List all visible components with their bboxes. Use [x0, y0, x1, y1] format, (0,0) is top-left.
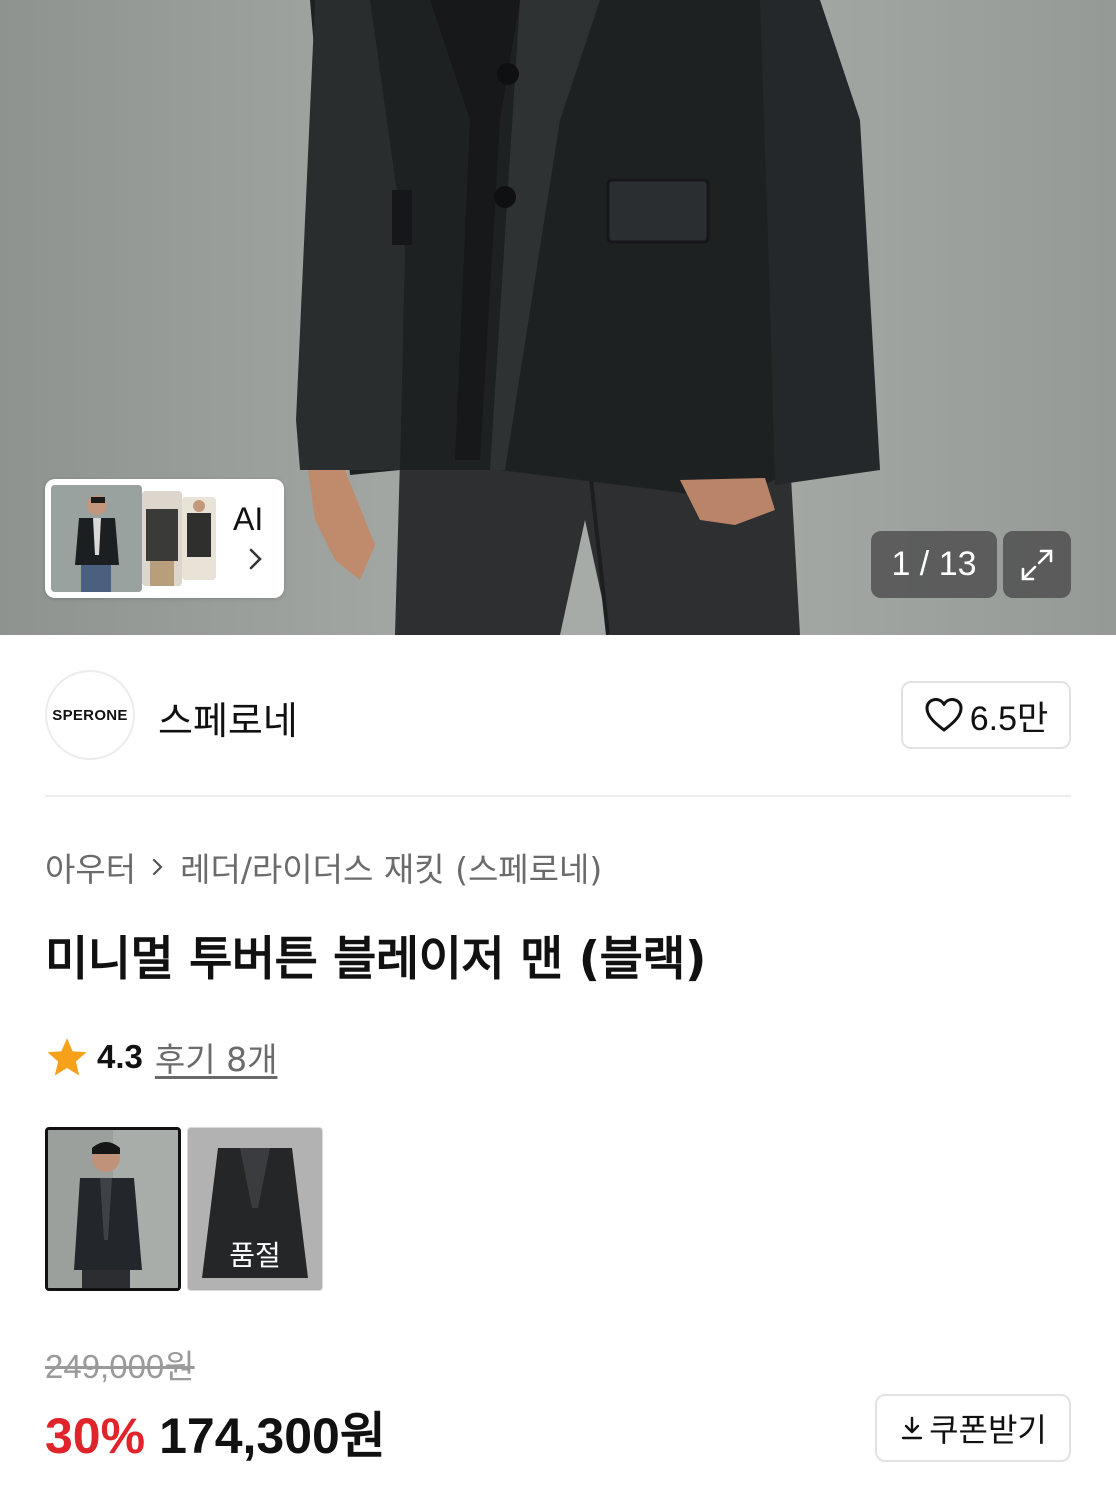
product-title: 미니멀 투버튼 블레이저 맨 (블랙)	[45, 932, 707, 987]
option-thumbnail	[48, 1130, 178, 1288]
star-icon	[47, 1038, 87, 1076]
product-image-gallery[interactable]: AI 1 / 13	[0, 0, 1116, 635]
breadcrumb: 아우터 레더/라이더스 재킷 (스페로네)	[45, 843, 602, 891]
ai-thumbnail	[142, 491, 182, 586]
ai-thumbnail	[182, 497, 216, 580]
chevron-right-icon	[249, 548, 262, 570]
ai-thumbnail	[51, 485, 142, 592]
divider	[45, 795, 1071, 797]
download-icon	[901, 1416, 923, 1440]
chevron-right-icon	[152, 858, 163, 876]
sold-out-label: 품절	[229, 1239, 281, 1272]
coupon-label: 쿠폰받기	[929, 1411, 1047, 1449]
price-row: 30% 174,300원	[45, 1396, 386, 1468]
heart-icon	[925, 698, 963, 732]
like-button[interactable]: 6.5만	[901, 681, 1071, 749]
color-option-flatlay[interactable]: 품절	[187, 1127, 323, 1291]
brand-name[interactable]: 스페로네	[158, 690, 298, 745]
breadcrumb-item-category[interactable]: 아우터	[45, 843, 136, 891]
rating-value: 4.3	[97, 1038, 143, 1075]
like-count: 6.5만	[969, 699, 1049, 738]
expand-icon	[1021, 549, 1053, 580]
original-price: 249,000원	[45, 1348, 195, 1385]
expand-button[interactable]	[1003, 531, 1071, 598]
review-link[interactable]: 후기 8개	[155, 1033, 278, 1081]
discount-rate: 30%	[45, 1408, 146, 1464]
ai-label: AI	[233, 501, 264, 537]
image-counter: 1 / 13	[871, 531, 997, 598]
sale-price-unit: 원	[339, 1407, 386, 1465]
brand-logo[interactable]: SPERONE	[45, 670, 135, 760]
sale-price: 174,300원	[159, 1396, 386, 1468]
sale-price-number: 174,300	[159, 1408, 340, 1464]
rating-summary: 4.3 후기 8개	[45, 1033, 277, 1081]
ai-styling-card[interactable]: AI	[45, 479, 284, 598]
breadcrumb-item-subcategory[interactable]: 레더/라이더스 재킷 (스페로네)	[180, 843, 602, 891]
coupon-button[interactable]: 쿠폰받기	[875, 1394, 1071, 1462]
color-option-model[interactable]	[45, 1127, 181, 1291]
